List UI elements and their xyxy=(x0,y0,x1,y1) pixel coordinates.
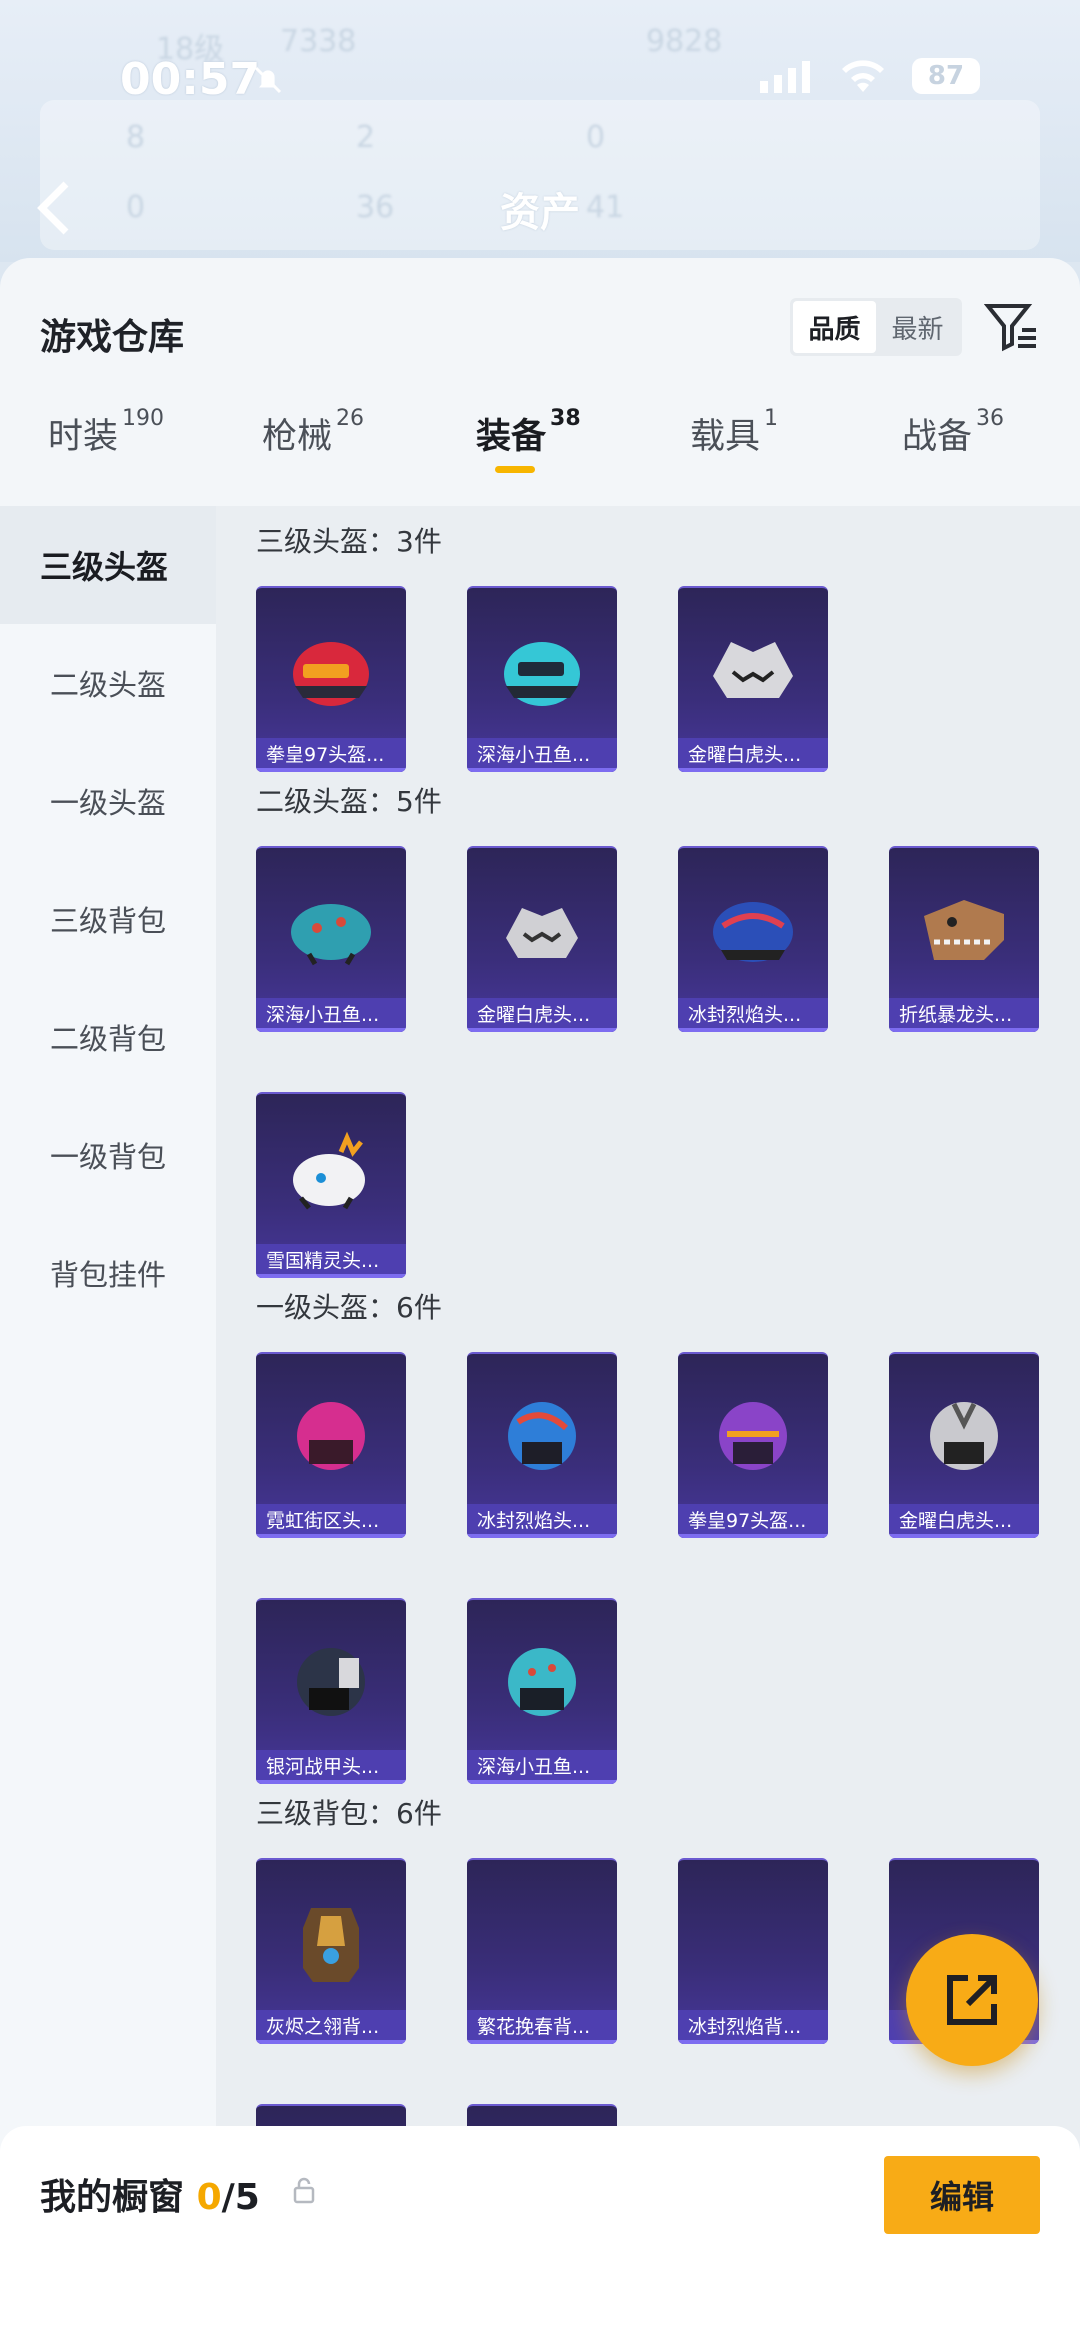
mute-bell-icon xyxy=(254,66,282,94)
item-name: 折纸暴龙头... xyxy=(889,998,1039,1032)
item-card[interactable]: 冰封烈焰头... xyxy=(467,1352,617,1538)
battery-indicator: 87 xyxy=(912,58,980,94)
helmet-icon xyxy=(504,642,580,706)
dinosaur-helmet-icon xyxy=(924,900,1004,960)
helmet-icon xyxy=(713,902,793,962)
sidebar-item-backpack-charm[interactable]: 背包挂件 xyxy=(0,1214,216,1332)
helmet-icon xyxy=(508,1648,576,1716)
item-card[interactable]: 雪国精灵头... xyxy=(256,1092,406,1278)
edit-button[interactable]: 编辑 xyxy=(884,2156,1040,2234)
item-card[interactable]: 拳皇97头盔... xyxy=(256,586,406,772)
helmet-icon xyxy=(291,904,371,966)
section-title: 一级头盔：6件 xyxy=(256,1291,442,1324)
backpack-icon xyxy=(303,1908,359,1982)
item-card[interactable]: 银河战甲头... xyxy=(256,1598,406,1784)
stat-3: 0 xyxy=(586,120,606,155)
tab-fashion[interactable]: 时装 190 xyxy=(48,406,164,459)
stat-4: 0 xyxy=(126,190,146,225)
item-name: 深海小丑鱼... xyxy=(467,1750,617,1784)
item-card[interactable]: 繁花挽春背... xyxy=(467,1858,617,2044)
sort-newest-button[interactable]: 最新 xyxy=(876,301,959,353)
external-link-icon xyxy=(947,1975,997,2025)
item-name: 深海小丑鱼... xyxy=(256,998,406,1032)
tab-equipment[interactable]: 装备 38 xyxy=(476,406,581,459)
item-card[interactable]: 冰封烈焰背... xyxy=(678,1858,828,2044)
status-icons: 87 xyxy=(760,58,980,94)
item-name: 深海小丑鱼... xyxy=(467,738,617,772)
showcase-total: /5 xyxy=(221,2177,260,2218)
filter-icon[interactable] xyxy=(984,300,1040,356)
back-arrow-icon[interactable] xyxy=(34,180,74,236)
stat-6: 41 xyxy=(586,190,625,225)
wifi-icon xyxy=(842,60,884,92)
sidebar-item-level3-backpack[interactable]: 三级背包 xyxy=(0,860,216,978)
item-name: 冰封烈焰头... xyxy=(467,1504,617,1538)
page-title: 资产 xyxy=(500,190,580,236)
item-card[interactable]: 金曜白虎头... xyxy=(467,846,617,1032)
sort-quality-button[interactable]: 品质 xyxy=(793,301,876,353)
item-name: 金曜白虎头... xyxy=(467,998,617,1032)
showcase-count: 0 xyxy=(196,2177,222,2218)
section-title: 二级头盔：5件 xyxy=(256,785,442,818)
sidebar-item-level2-helmet[interactable]: 二级头盔 xyxy=(0,624,216,742)
subcategory-sidebar: 三级头盔 二级头盔 一级头盔 三级背包 二级背包 一级背包 背包挂件 xyxy=(0,506,216,2166)
item-card[interactable]: 金曜白虎头... xyxy=(678,586,828,772)
item-card[interactable]: 深海小丑鱼... xyxy=(256,846,406,1032)
item-card[interactable]: 霓虹街区头... xyxy=(256,1352,406,1538)
section-title: 三级头盔：3件 xyxy=(256,525,442,558)
item-name: 繁花挽春背... xyxy=(467,2010,617,2044)
helmet-icon xyxy=(297,1648,365,1716)
sidebar-item-level3-helmet[interactable]: 三级头盔 xyxy=(0,506,216,624)
share-button[interactable] xyxy=(906,1934,1038,2066)
helmet-icon xyxy=(297,1402,365,1470)
showcase-label: 我的橱窗 0/5 xyxy=(40,2177,260,2218)
helmet-icon xyxy=(508,1402,576,1470)
tiger-helmet-icon xyxy=(713,642,793,698)
item-card[interactable]: 金曜白虎头... xyxy=(889,1352,1039,1538)
value-text: 9828 xyxy=(646,24,723,59)
score-text: 7338 xyxy=(280,24,357,59)
item-name: 银河战甲头... xyxy=(256,1750,406,1784)
stat-5: 36 xyxy=(356,190,395,225)
tab-guns[interactable]: 枪械 26 xyxy=(262,406,364,459)
item-card[interactable]: 冰封烈焰头... xyxy=(678,846,828,1032)
warehouse-title: 游戏仓库 xyxy=(40,317,185,358)
stat-1: 8 xyxy=(126,120,146,155)
item-grid: 三级头盔：3件 拳皇97头盔... 深海小丑鱼... 金曜白虎头... 二级头盔… xyxy=(216,506,1080,2166)
item-name: 金曜白虎头... xyxy=(889,1504,1039,1538)
item-name: 金曜白虎头... xyxy=(678,738,828,772)
sidebar-item-level1-helmet[interactable]: 一级头盔 xyxy=(0,742,216,860)
sort-toggle: 品质 最新 xyxy=(790,298,962,356)
sidebar-item-level1-backpack[interactable]: 一级背包 xyxy=(0,1096,216,1214)
item-name: 雪国精灵头... xyxy=(256,1244,406,1278)
showcase-bar: 我的橱窗 0/5 编辑 xyxy=(0,2126,1080,2347)
item-card[interactable]: 拳皇97头盔... xyxy=(678,1352,828,1538)
tab-supplies[interactable]: 战备 36 xyxy=(902,406,1004,459)
item-name: 灰烬之翎背... xyxy=(256,2010,406,2044)
stat-2: 2 xyxy=(356,120,376,155)
lock-icon xyxy=(293,2177,315,2204)
category-tabs: 时装 190 枪械 26 装备 38 载具 1 战备 36 xyxy=(0,406,1080,504)
signal-icon xyxy=(760,61,810,93)
status-time: 00:57 xyxy=(120,54,261,105)
item-name: 冰封烈焰头... xyxy=(678,998,828,1032)
section-title: 三级背包：6件 xyxy=(256,1797,442,1830)
asset-header: 18级 7338 9828 8 2 0 0 36 41 00:57 87 资产 xyxy=(0,0,1080,262)
item-name: 冰封烈焰背... xyxy=(678,2010,828,2044)
item-name: 拳皇97头盔... xyxy=(678,1504,828,1538)
item-name: 霓虹街区头... xyxy=(256,1504,406,1538)
helmet-icon xyxy=(930,1402,998,1470)
sidebar-item-level2-backpack[interactable]: 二级背包 xyxy=(0,978,216,1096)
item-card[interactable]: 深海小丑鱼... xyxy=(467,586,617,772)
helmet-icon xyxy=(719,1402,787,1470)
item-card[interactable]: 深海小丑鱼... xyxy=(467,1598,617,1784)
helmet-icon xyxy=(293,642,369,706)
active-tab-indicator xyxy=(495,466,535,473)
tiger-helmet-icon xyxy=(506,908,578,958)
tab-vehicles[interactable]: 载具 1 xyxy=(690,406,778,459)
item-name: 拳皇97头盔... xyxy=(256,738,406,772)
item-card[interactable]: 灰烬之翎背... xyxy=(256,1858,406,2044)
bird-helmet-icon xyxy=(293,1131,365,1210)
item-card[interactable]: 折纸暴龙头... xyxy=(889,846,1039,1032)
